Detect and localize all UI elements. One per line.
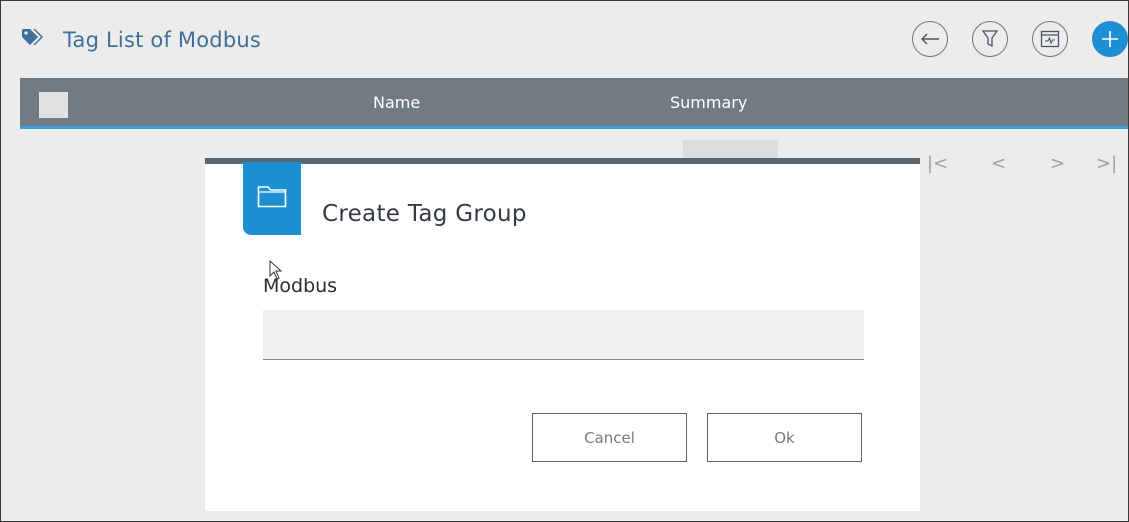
column-header-summary[interactable]: Summary — [670, 93, 747, 112]
first-page-button[interactable]: |< — [927, 153, 948, 174]
column-header-name[interactable]: Name — [373, 93, 420, 112]
app-frame: Tag List of Modbus Name Summary |< < > >… — [0, 0, 1129, 522]
add-button[interactable] — [1092, 21, 1128, 57]
mouse-cursor-icon — [269, 259, 283, 285]
prev-page-button[interactable]: < — [991, 153, 1006, 174]
monitor-icon — [1040, 30, 1060, 48]
page-header: Tag List of Modbus — [1, 1, 1128, 73]
dialog-title: Create Tag Group — [322, 201, 527, 227]
cancel-button[interactable]: Cancel — [532, 413, 687, 462]
monitor-button[interactable] — [1032, 21, 1068, 57]
filter-button[interactable] — [972, 21, 1008, 57]
last-page-button[interactable]: >| — [1096, 153, 1117, 174]
back-arrow-icon — [919, 32, 941, 46]
loading-placeholder — [683, 140, 778, 158]
select-all-checkbox[interactable] — [39, 92, 68, 118]
add-icon — [1101, 30, 1119, 48]
create-tag-group-dialog: Create Tag Group Modbus Cancel Ok — [205, 158, 920, 511]
group-name-input[interactable] — [263, 310, 864, 360]
ok-button[interactable]: Ok — [707, 413, 862, 462]
filter-icon — [982, 29, 998, 49]
folder-icon — [257, 184, 287, 213]
tags-icon — [21, 26, 49, 48]
next-page-button[interactable]: > — [1050, 153, 1065, 174]
table-header: Name Summary — [20, 78, 1128, 129]
dialog-icon-tab — [243, 162, 301, 235]
page-title: Tag List of Modbus — [63, 28, 262, 52]
back-button[interactable] — [912, 21, 948, 57]
